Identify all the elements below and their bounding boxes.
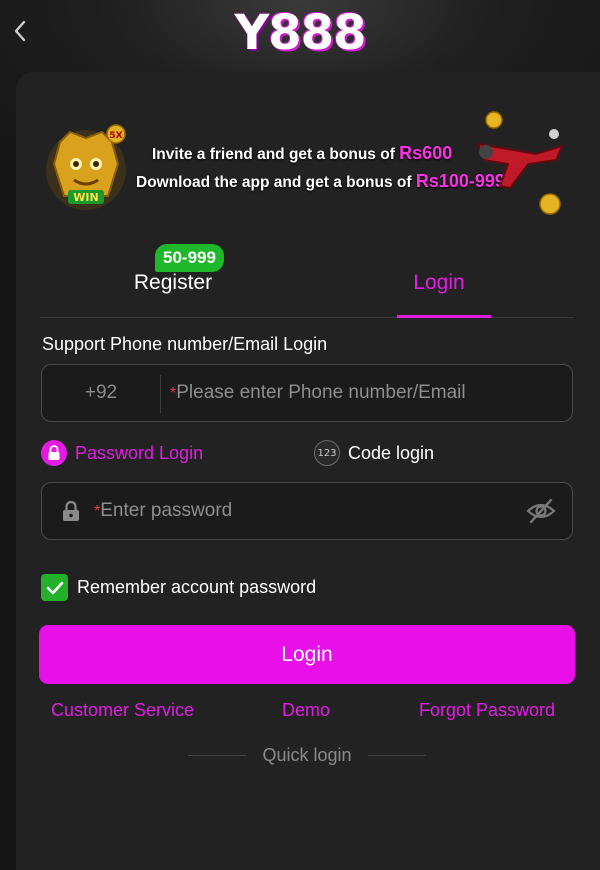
active-tab-indicator: [397, 315, 491, 318]
app-logo: Y888: [0, 2, 600, 64]
password-placeholder: Enter password: [100, 500, 233, 521]
divider-line: [367, 754, 426, 756]
win-trophy-icon: WIN 5X: [46, 124, 126, 210]
password-login-label: Password Login: [75, 442, 204, 463]
register-bonus-badge: 50-999: [155, 244, 224, 272]
code-login-option[interactable]: 123 Code login: [314, 438, 434, 468]
remember-label: Remember account password: [77, 577, 317, 597]
code-login-label: Code login: [348, 442, 435, 463]
phone-email-input[interactable]: *Please enter Phone number/Email: [170, 365, 466, 422]
promo-banner[interactable]: WIN 5X Invite a friend and get a bonus o…: [40, 108, 570, 220]
demo-link[interactable]: Demo: [282, 700, 330, 721]
forgot-password-link[interactable]: Forgot Password: [419, 700, 555, 721]
divider-line: [188, 754, 247, 756]
invite-line: Invite a friend and get a bonus of Rs600: [136, 140, 516, 168]
airplane-icon: [476, 111, 564, 215]
password-input[interactable]: *Enter password: [94, 483, 232, 540]
password-login-option[interactable]: Password Login: [41, 438, 203, 468]
promo-text: Invite a friend and get a bonus of Rs600…: [136, 140, 516, 196]
login-button[interactable]: Login: [39, 625, 575, 684]
eye-off-icon[interactable]: [526, 497, 556, 525]
country-code-selector[interactable]: +92: [42, 365, 160, 421]
download-line: Download the app and get a bonus of Rs10…: [136, 168, 516, 196]
padlock-icon: [63, 500, 79, 521]
phone-email-field[interactable]: +92 *Please enter Phone number/Email: [41, 364, 573, 422]
password-field[interactable]: *Enter password: [41, 482, 573, 540]
invite-text: Invite a friend and get a bonus of: [152, 146, 395, 163]
checkmark-icon: [46, 581, 63, 594]
numbers-icon: 123: [314, 440, 340, 466]
logo-number: 888: [268, 5, 366, 61]
phone-email-placeholder: Please enter Phone number/Email: [176, 382, 466, 403]
tab-login[interactable]: Login: [306, 240, 572, 318]
invite-amount: Rs600: [399, 143, 453, 163]
quick-login-label: Quick login: [262, 744, 352, 765]
download-text: Download the app and get a bonus of: [136, 174, 412, 191]
remember-checkbox[interactable]: [41, 574, 68, 601]
customer-service-link[interactable]: Customer Service: [51, 700, 194, 721]
lock-icon: [41, 440, 67, 466]
quick-login-divider: Quick login: [185, 744, 429, 766]
tab-login-label: Login: [413, 271, 465, 294]
logo-letter: Y: [234, 5, 270, 61]
tab-register-label: Register: [133, 271, 213, 294]
remember-password-toggle[interactable]: Remember account password: [41, 574, 316, 601]
auth-tabs: Register 50-999 Login: [40, 240, 573, 318]
trophy-win-text: WIN: [73, 191, 98, 204]
field-divider: [160, 375, 161, 413]
multiplier-text: 5X: [109, 131, 122, 141]
support-label: Support Phone number/Email Login: [42, 334, 328, 354]
